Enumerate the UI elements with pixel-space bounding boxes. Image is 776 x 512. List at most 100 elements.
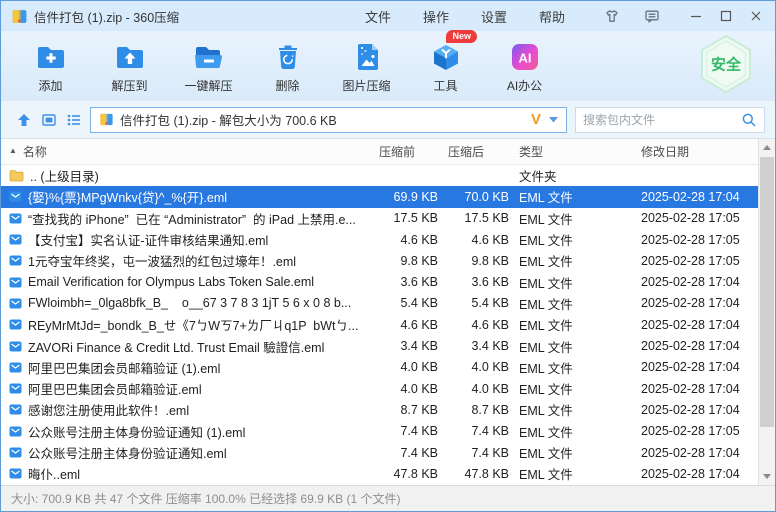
file-size-before: 3.4 KB bbox=[379, 339, 438, 353]
file-size-before: 4.6 KB bbox=[379, 233, 438, 247]
tools-button[interactable]: New 工具 bbox=[406, 39, 485, 94]
window-controls bbox=[683, 5, 769, 27]
file-name: 公众账号注册主体身份验证通知.eml bbox=[28, 443, 227, 462]
tools-cube-icon bbox=[428, 39, 464, 75]
file-name: REyMrMtJd=_bondk_B_せ《7ㄅWㄎ7+ㄌ厂ㄐq1P bWtㄅ..… bbox=[28, 315, 358, 334]
file-size-before: 9.8 KB bbox=[379, 254, 438, 268]
image-compress-button[interactable]: 图片压缩 bbox=[327, 39, 406, 94]
file-row[interactable]: 【支付宝】实名认证-证件审核结果通知.eml 4.6 KB 4.6 KB EML… bbox=[1, 229, 758, 250]
file-row[interactable]: 公众账号注册主体身份验证通知 (1).eml 7.4 KB 7.4 KB EML… bbox=[1, 421, 758, 442]
eml-file-icon bbox=[9, 382, 22, 395]
file-name: Email Verification for Olympus Labs Toke… bbox=[28, 275, 314, 289]
file-type: EML 文件 bbox=[509, 315, 631, 334]
search-box bbox=[575, 107, 765, 133]
close-button[interactable] bbox=[743, 5, 769, 27]
header-size-after[interactable]: 压缩后 bbox=[438, 143, 509, 160]
file-row[interactable]: 公众账号注册主体身份验证通知.eml 7.4 KB 7.4 KB EML 文件 … bbox=[1, 442, 758, 463]
trash-icon bbox=[270, 39, 306, 75]
ai-office-button[interactable]: AI AI办公 bbox=[485, 39, 564, 94]
file-size-before: 7.4 KB bbox=[379, 446, 438, 460]
delete-button[interactable]: 删除 bbox=[248, 39, 327, 94]
header-name[interactable]: ▲ 名称 bbox=[1, 143, 379, 160]
header-size-before[interactable]: 压缩前 bbox=[379, 143, 438, 160]
file-size-after: 5.4 KB bbox=[438, 296, 509, 310]
file-row[interactable]: 晦仆..eml 47.8 KB 47.8 KB EML 文件 2025-02-2… bbox=[1, 463, 758, 484]
svg-text:AI: AI bbox=[518, 50, 531, 65]
scroll-up-icon[interactable] bbox=[759, 139, 775, 156]
file-row[interactable]: 1元夺宝年终奖，屯一波猛烈的红包过壕年！.eml 9.8 KB 9.8 KB E… bbox=[1, 250, 758, 271]
file-size-before: 7.4 KB bbox=[379, 424, 438, 438]
menu-help[interactable]: 帮助 bbox=[539, 7, 565, 26]
column-headers: ▲ 名称 压缩前 压缩后 类型 修改日期 bbox=[1, 139, 775, 165]
dropdown-caret-icon[interactable] bbox=[549, 117, 558, 123]
sort-ascending-icon: ▲ bbox=[9, 146, 17, 155]
header-modified[interactable]: 修改日期 bbox=[631, 143, 758, 160]
file-row[interactable]: 感谢您注册使用此软件！.eml 8.7 KB 8.7 KB EML 文件 202… bbox=[1, 399, 758, 420]
file-name: 1元夺宝年终奖，屯一波猛烈的红包过壕年！.eml bbox=[28, 251, 296, 270]
minimize-button[interactable] bbox=[683, 5, 709, 27]
file-type: EML 文件 bbox=[509, 294, 631, 313]
file-row[interactable]: Email Verification for Olympus Labs Toke… bbox=[1, 271, 758, 292]
thumbnail-view-icon[interactable] bbox=[36, 108, 61, 132]
archive-path-combobox[interactable]: 信件打包 (1).zip - 解包大小为 700.6 KB V bbox=[90, 107, 567, 133]
add-folder-icon bbox=[33, 39, 69, 75]
file-row[interactable]: 阿里巴巴集团会员邮箱验证 (1).eml 4.0 KB 4.0 KB EML 文… bbox=[1, 357, 758, 378]
file-type: EML 文件 bbox=[509, 337, 631, 356]
title-bar: 信件打包 (1).zip - 360压缩 文件 操作 设置 帮助 bbox=[1, 1, 775, 31]
eml-file-icon bbox=[9, 446, 22, 459]
file-row[interactable]: 阿里巴巴集团会员邮箱验证.eml 4.0 KB 4.0 KB EML 文件 20… bbox=[1, 378, 758, 399]
scroll-down-icon[interactable] bbox=[759, 468, 775, 485]
file-modified: 2025-02-28 17:04 bbox=[631, 339, 758, 353]
app-window: 信件打包 (1).zip - 360压缩 文件 操作 设置 帮助 bbox=[0, 0, 776, 512]
file-type: EML 文件 bbox=[509, 379, 631, 398]
file-row[interactable]: {娶}%{票}MPgWnkv{贷}^_%{开}.eml 69.9 KB 70.0… bbox=[1, 186, 758, 207]
file-type: EML 文件 bbox=[509, 400, 631, 419]
file-type: EML 文件 bbox=[509, 273, 631, 292]
skin-icon[interactable] bbox=[599, 5, 625, 27]
search-icon[interactable] bbox=[741, 112, 757, 128]
file-name: {娶}%{票}MPgWnkv{贷}^_%{开}.eml bbox=[28, 187, 227, 206]
extract-to-button[interactable]: 解压到 bbox=[90, 39, 169, 94]
file-name: FWloimbh=_0lga8bfk_B_ o__67 3 7 8 3 1jT … bbox=[28, 296, 351, 310]
file-row[interactable]: “查找我的 iPhone” 已在 “Administrator” 的 iPad … bbox=[1, 208, 758, 229]
eml-file-icon bbox=[9, 318, 22, 331]
eml-file-icon bbox=[9, 276, 22, 289]
one-click-extract-button[interactable]: 一键解压 bbox=[169, 39, 248, 94]
feedback-icon[interactable] bbox=[639, 5, 665, 27]
eml-file-icon bbox=[9, 233, 22, 246]
file-size-before: 47.8 KB bbox=[379, 467, 438, 481]
file-size-before: 17.5 KB bbox=[379, 211, 438, 225]
file-size-before: 4.6 KB bbox=[379, 318, 438, 332]
file-name: 感谢您注册使用此软件！.eml bbox=[28, 400, 189, 419]
menu-settings[interactable]: 设置 bbox=[481, 7, 507, 26]
file-size-after: 17.5 KB bbox=[438, 211, 509, 225]
maximize-button[interactable] bbox=[713, 5, 739, 27]
eml-file-icon bbox=[9, 425, 22, 438]
file-modified: 2025-02-28 17:05 bbox=[631, 424, 758, 438]
file-name: 公众账号注册主体身份验证通知 (1).eml bbox=[28, 422, 245, 441]
up-directory-icon[interactable] bbox=[11, 108, 36, 132]
file-name: 阿里巴巴集团会员邮箱验证 (1).eml bbox=[28, 358, 220, 377]
scrollbar-thumb[interactable] bbox=[760, 157, 774, 427]
list-view-icon[interactable] bbox=[61, 108, 86, 132]
file-list: .. (上级目录) 文件夹 {娶}%{票}MPgWnkv{贷}^_%{开}.em… bbox=[1, 165, 775, 485]
file-size-after: 9.8 KB bbox=[438, 254, 509, 268]
menu-file[interactable]: 文件 bbox=[365, 7, 391, 26]
file-row[interactable]: ZAVORi Finance & Credit Ltd. Trust Email… bbox=[1, 335, 758, 356]
safety-shield-badge[interactable]: 安全 bbox=[699, 34, 753, 99]
file-row[interactable]: REyMrMtJd=_bondk_B_せ《7ㄅWㄎ7+ㄌ厂ㄐq1P bWtㄅ..… bbox=[1, 314, 758, 335]
file-row[interactable]: .. (上级目录) 文件夹 bbox=[1, 165, 758, 186]
file-modified: 2025-02-28 17:04 bbox=[631, 382, 758, 396]
file-size-before: 8.7 KB bbox=[379, 403, 438, 417]
vip-v-logo[interactable]: V bbox=[531, 111, 541, 128]
search-input[interactable] bbox=[583, 113, 741, 127]
menu-operate[interactable]: 操作 bbox=[423, 7, 449, 26]
file-row[interactable]: FWloimbh=_0lga8bfk_B_ o__67 3 7 8 3 1jT … bbox=[1, 293, 758, 314]
header-type[interactable]: 类型 bbox=[509, 143, 631, 160]
file-modified: 2025-02-28 17:04 bbox=[631, 360, 758, 374]
file-modified: 2025-02-28 17:05 bbox=[631, 233, 758, 247]
file-size-after: 47.8 KB bbox=[438, 467, 509, 481]
add-button[interactable]: 添加 bbox=[11, 39, 90, 94]
vertical-scrollbar[interactable] bbox=[758, 139, 775, 485]
file-type: EML 文件 bbox=[509, 251, 631, 270]
